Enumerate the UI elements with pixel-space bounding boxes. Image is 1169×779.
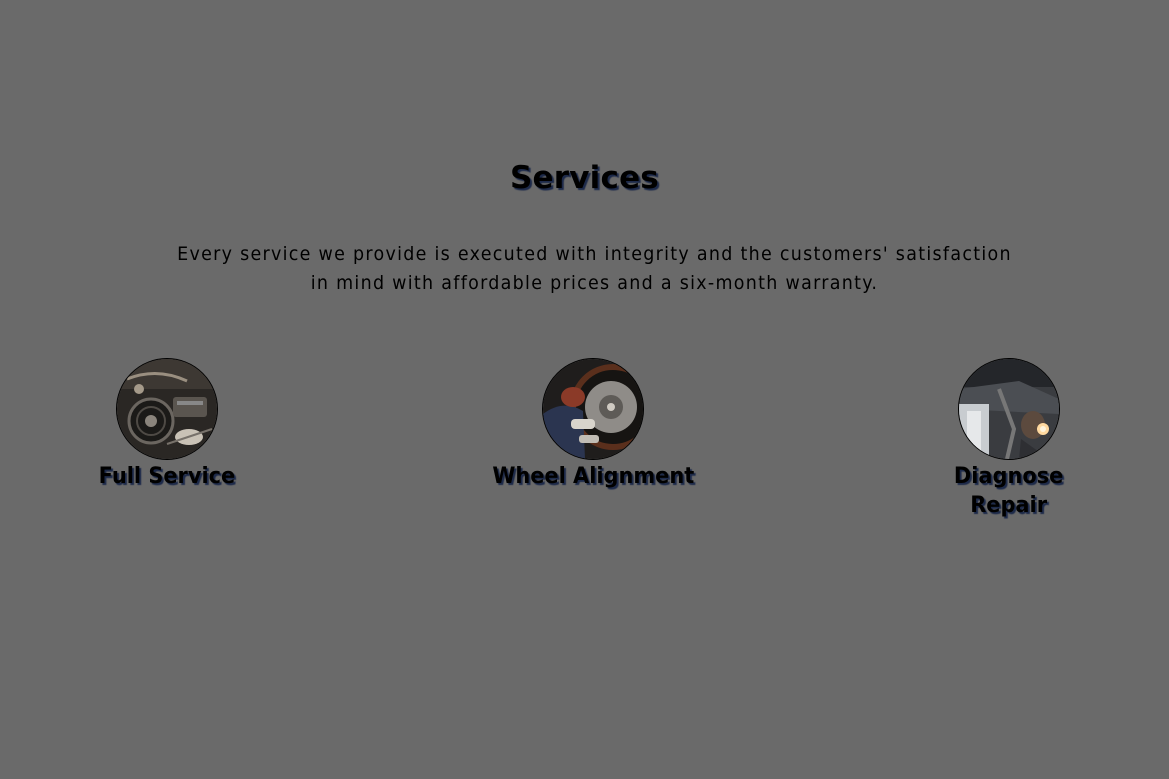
engine-bay-photo-icon [116, 358, 218, 460]
service-name: Full Service [98, 464, 236, 489]
undercarriage-inspection-photo-icon [958, 358, 1060, 460]
service-name: Wheel Alignment [492, 464, 694, 489]
service-item-full-service[interactable]: Full Service [85, 358, 249, 491]
service-name: Diagnose Repair [954, 464, 1064, 518]
services-section: Services Every service we provide is exe… [0, 0, 1169, 779]
service-item-diagnose-repair[interactable]: Diagnose Repair [934, 358, 1084, 520]
wheel-mechanic-photo-icon [542, 358, 644, 460]
section-title: Services [510, 160, 659, 196]
service-item-wheel-alignment[interactable]: Wheel Alignment [473, 358, 713, 491]
section-description: Every service we provide is executed wit… [177, 243, 1012, 294]
